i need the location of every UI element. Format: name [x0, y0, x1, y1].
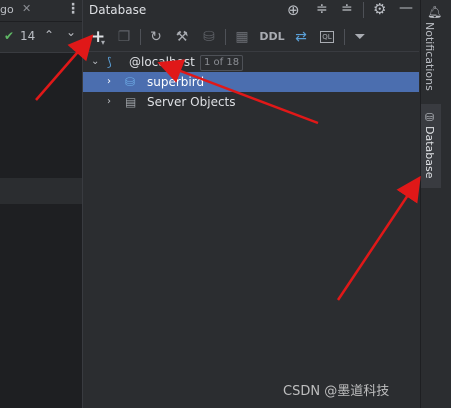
annotation-arrow-localhost — [157, 59, 319, 125]
annotation-overlay — [35, 34, 421, 301]
annotation-arrow-add — [35, 34, 94, 101]
annotation-arrow-database-tab — [336, 175, 421, 301]
